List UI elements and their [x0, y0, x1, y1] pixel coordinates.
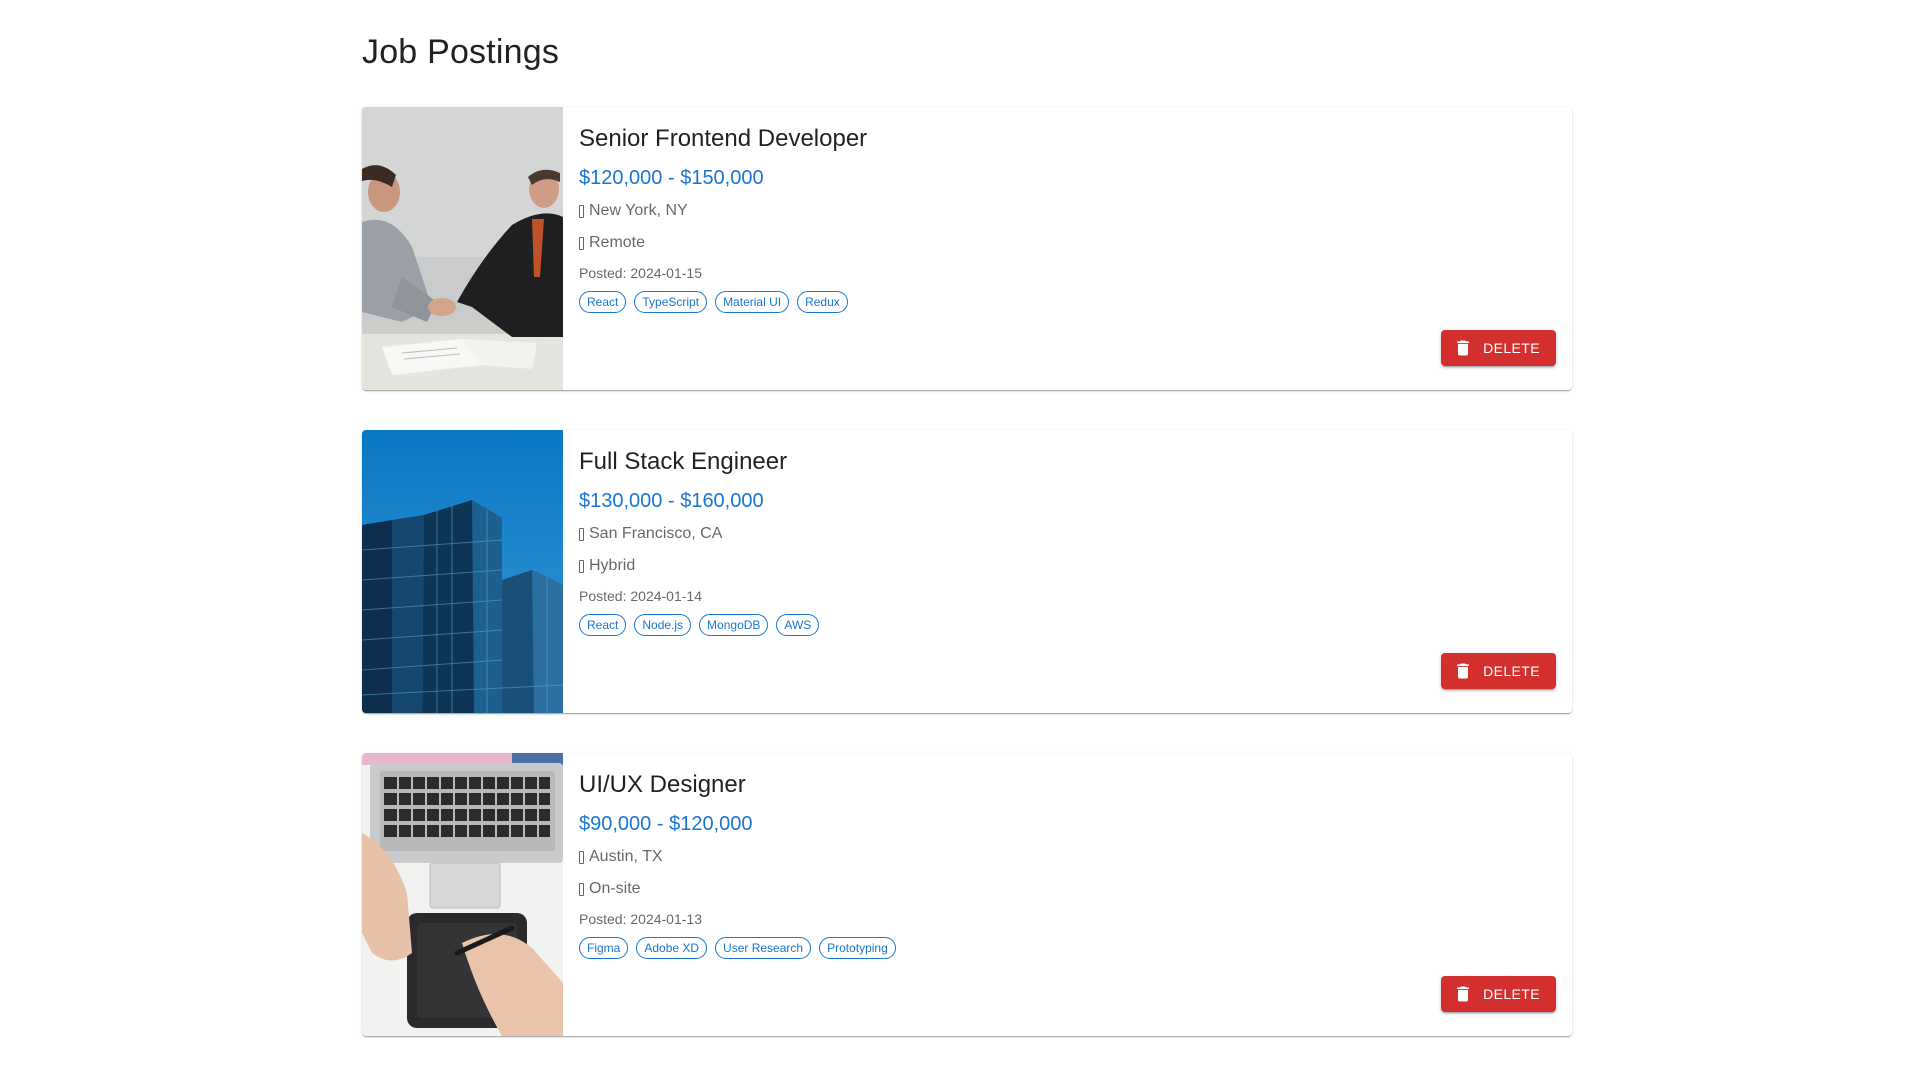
- location-icon: [579, 850, 584, 864]
- trash-icon: [1457, 663, 1469, 679]
- job-tags: Figma Adobe XD User Research Prototyping: [579, 937, 1556, 959]
- delete-button-label: Delete: [1483, 340, 1540, 356]
- job-posted-date: Posted: 2024-01-15: [579, 265, 702, 281]
- delete-button[interactable]: Delete: [1441, 653, 1556, 689]
- job-work-type: Hybrid: [579, 552, 1556, 580]
- job-location: San Francisco, CA: [579, 520, 1556, 548]
- skill-chip: Redux: [797, 291, 848, 313]
- trash-icon: [1457, 986, 1469, 1002]
- delete-button[interactable]: Delete: [1441, 330, 1556, 366]
- job-title: Senior Frontend Developer: [579, 125, 868, 152]
- skill-chip: Figma: [579, 937, 629, 959]
- job-card: Senior Frontend Developer $120,000 - $15…: [362, 107, 1572, 390]
- job-posted-date: Posted: 2024-01-13: [579, 911, 702, 927]
- job-location-text: San Francisco, CA: [589, 525, 723, 542]
- work-type-icon: [579, 236, 584, 250]
- job-work-type-text: Hybrid: [589, 557, 636, 574]
- job-location: Austin, TX: [579, 843, 1556, 871]
- skill-chip: User Research: [715, 937, 812, 959]
- job-image: [362, 430, 563, 713]
- skill-chip: AWS: [776, 614, 820, 636]
- job-tags: React Node.js MongoDB AWS: [579, 614, 1556, 636]
- page-title: Job Postings: [362, 33, 560, 71]
- location-icon: [579, 204, 584, 218]
- job-posted-date: Posted: 2024-01-14: [579, 588, 702, 604]
- job-salary: $120,000 - $150,000: [579, 167, 764, 189]
- job-details: Full Stack Engineer $130,000 - $160,000 …: [563, 430, 1572, 713]
- job-work-type-text: Remote: [589, 234, 646, 251]
- skill-chip: React: [579, 291, 627, 313]
- job-work-type: Remote: [579, 229, 1556, 257]
- job-title: UI/UX Designer: [579, 771, 746, 798]
- job-image: [362, 753, 563, 1036]
- job-location-text: New York, NY: [589, 202, 688, 219]
- skill-chip: Prototyping: [819, 937, 896, 959]
- job-location-text: Austin, TX: [589, 848, 663, 865]
- work-type-icon: [579, 559, 584, 573]
- work-type-icon: [579, 882, 584, 896]
- skill-chip: React: [579, 614, 627, 636]
- job-title: Full Stack Engineer: [579, 448, 788, 475]
- job-details: Senior Frontend Developer $120,000 - $15…: [563, 107, 1572, 390]
- trash-icon: [1457, 340, 1469, 356]
- job-work-type: On-site: [579, 875, 1556, 903]
- skill-chip: Adobe XD: [636, 937, 708, 959]
- delete-button[interactable]: Delete: [1441, 976, 1556, 1012]
- job-location: New York, NY: [579, 197, 1556, 225]
- job-details: UI/UX Designer $90,000 - $120,000 Austin…: [563, 753, 1572, 1036]
- location-icon: [579, 527, 584, 541]
- job-work-type-text: On-site: [589, 880, 641, 897]
- skill-chip: Material UI: [715, 291, 790, 313]
- job-list: Senior Frontend Developer $120,000 - $15…: [362, 107, 1572, 1076]
- job-card: Full Stack Engineer $130,000 - $160,000 …: [362, 430, 1572, 713]
- job-card: UI/UX Designer $90,000 - $120,000 Austin…: [362, 753, 1572, 1036]
- job-tags: React TypeScript Material UI Redux: [579, 291, 1556, 313]
- skill-chip: TypeScript: [634, 291, 708, 313]
- delete-button-label: Delete: [1483, 663, 1540, 679]
- job-image: [362, 107, 563, 390]
- job-salary: $130,000 - $160,000: [579, 490, 764, 512]
- delete-button-label: Delete: [1483, 986, 1540, 1002]
- job-salary: $90,000 - $120,000: [579, 813, 753, 835]
- skill-chip: Node.js: [634, 614, 692, 636]
- skill-chip: MongoDB: [699, 614, 769, 636]
